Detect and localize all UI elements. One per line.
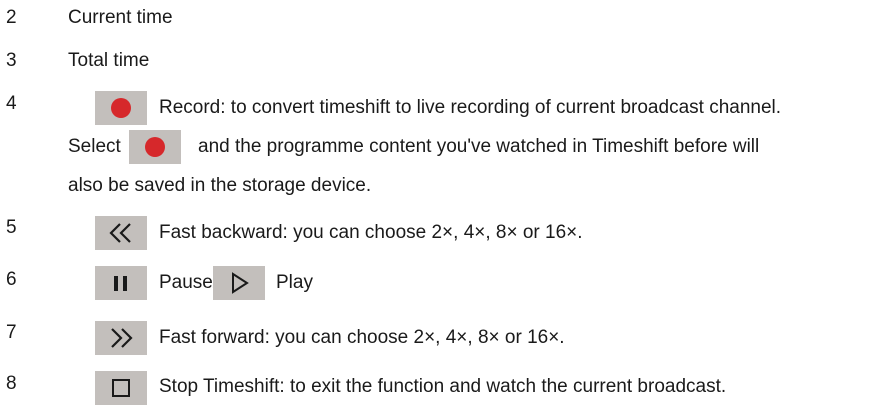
item-text-line2-end: and the programme content you've watched… — [198, 136, 760, 157]
fast-backward-button-icon — [95, 216, 147, 250]
item-number: 6 — [6, 269, 17, 290]
record-button-icon — [129, 130, 181, 164]
item-text-line3: also be saved in the storage device. — [68, 175, 372, 196]
item-number: 7 — [6, 322, 17, 343]
item-text: Current time — [68, 7, 173, 28]
item-number: 3 — [6, 50, 17, 71]
item-number: 4 — [6, 93, 17, 114]
pause-button-icon — [95, 266, 147, 300]
item-number: 8 — [6, 373, 17, 394]
record-button-icon — [95, 91, 147, 125]
play-icon — [232, 272, 249, 294]
play-label: Play — [276, 272, 313, 293]
stop-button-icon — [95, 371, 147, 405]
item-text: Total time — [68, 50, 150, 71]
pause-label: Pause/ — [159, 272, 219, 293]
record-icon — [145, 137, 165, 157]
item-text: Fast forward: you can choose 2×, 4×, 8× … — [159, 327, 565, 348]
play-button-icon — [213, 266, 265, 300]
stop-icon — [112, 379, 130, 397]
item-number: 5 — [6, 217, 17, 238]
pause-icon — [114, 276, 127, 291]
fast-forward-button-icon — [95, 321, 147, 355]
item-text-line2-start: Select — [68, 136, 121, 157]
record-icon — [111, 98, 131, 118]
item-text: Fast backward: you can choose 2×, 4×, 8×… — [159, 222, 583, 243]
item-text: Record: to convert timeshift to live rec… — [159, 97, 782, 118]
fast-forward-icon — [111, 328, 133, 348]
item-text: Stop Timeshift: to exit the function and… — [159, 376, 727, 397]
fast-backward-icon — [109, 223, 131, 243]
item-number: 2 — [6, 7, 17, 28]
